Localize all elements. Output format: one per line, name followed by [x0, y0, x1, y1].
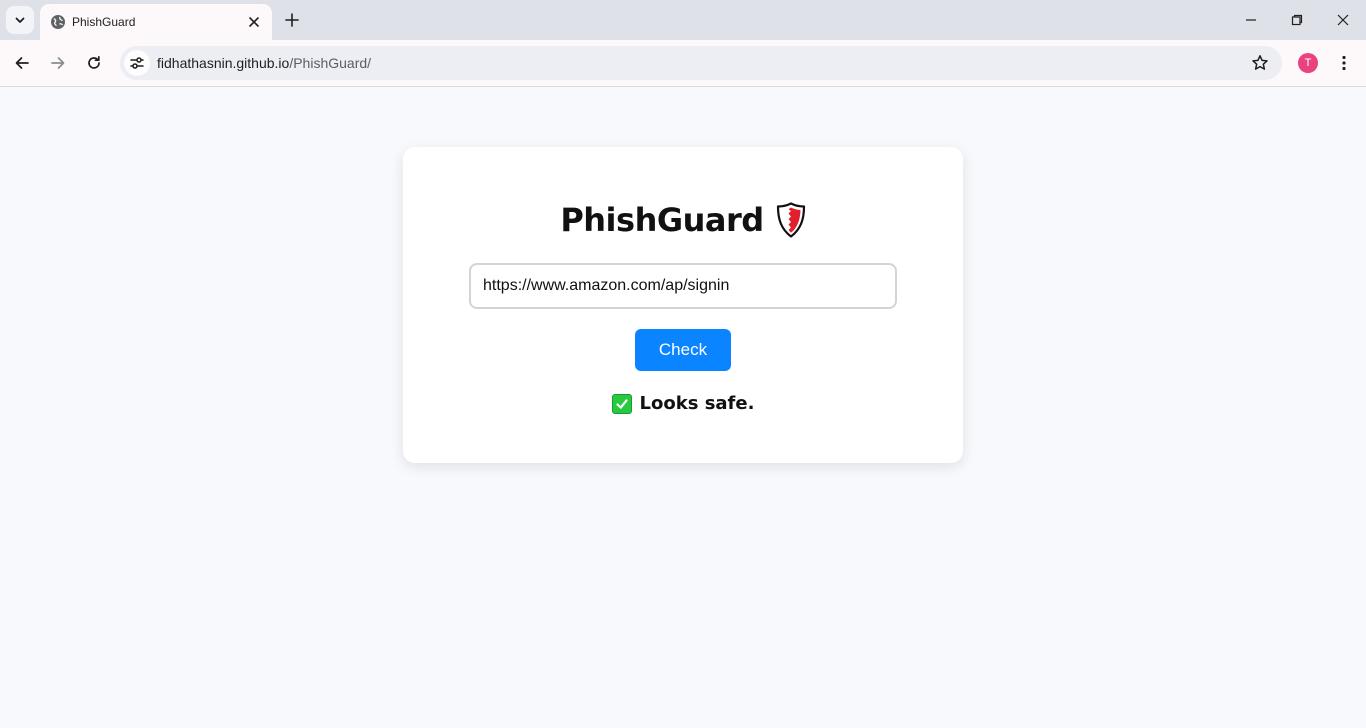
restore-button[interactable]	[1274, 0, 1320, 40]
tab-title: PhishGuard	[72, 15, 136, 29]
browser-toolbar: fidhathasnin.github.io/PhishGuard/ T	[0, 40, 1366, 87]
tune-icon	[130, 57, 144, 69]
check-button[interactable]: Check	[635, 329, 731, 371]
window-close-button[interactable]	[1320, 0, 1366, 40]
forward-button[interactable]	[45, 50, 71, 76]
reload-button[interactable]	[81, 50, 107, 76]
url-host: fidhathasnin.github.io	[157, 55, 290, 71]
browser-menu-button[interactable]	[1334, 50, 1354, 76]
address-bar[interactable]: fidhathasnin.github.io/PhishGuard/	[120, 46, 1282, 80]
restore-icon	[1291, 14, 1303, 26]
phishguard-card: PhishGuard Check Looks safe.	[403, 147, 963, 463]
minimize-icon	[1246, 19, 1256, 21]
back-button[interactable]	[9, 50, 35, 76]
plus-icon	[285, 13, 299, 27]
tab-close-button[interactable]	[244, 12, 264, 32]
profile-avatar[interactable]: T	[1298, 53, 1318, 73]
site-info-button[interactable]	[124, 50, 150, 76]
star-icon	[1252, 55, 1268, 70]
tab-search-button[interactable]	[6, 6, 34, 34]
tab-strip: PhishGuard	[0, 0, 1366, 40]
url-input[interactable]	[469, 263, 897, 309]
shield-icon	[776, 202, 805, 238]
result-message: Looks safe.	[403, 393, 963, 414]
new-tab-button[interactable]	[280, 8, 304, 32]
reload-icon	[88, 55, 100, 69]
bookmark-button[interactable]	[1250, 53, 1270, 73]
title-row: PhishGuard	[403, 201, 963, 239]
chevron-down-icon	[15, 17, 25, 23]
url-path: /PhishGuard/	[289, 55, 372, 71]
arrow-left-icon	[15, 57, 29, 69]
more-vertical-icon	[1342, 55, 1346, 71]
close-icon	[249, 17, 259, 27]
minimize-button[interactable]	[1228, 0, 1274, 40]
url-text[interactable]: fidhathasnin.github.io/PhishGuard/	[157, 55, 371, 71]
active-tab[interactable]: PhishGuard	[40, 4, 272, 40]
arrow-right-icon	[51, 57, 65, 69]
globe-icon	[51, 15, 65, 29]
close-icon	[1337, 14, 1349, 26]
green-checkmark-icon	[611, 393, 632, 414]
result-text: Looks safe.	[639, 393, 755, 414]
page-title: PhishGuard	[560, 201, 764, 239]
